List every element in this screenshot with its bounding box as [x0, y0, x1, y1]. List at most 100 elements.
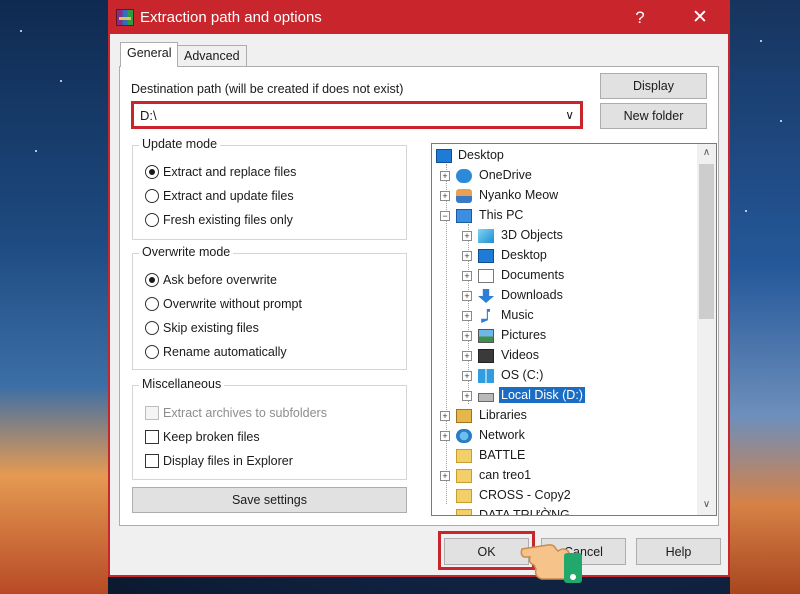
check-display-explorer[interactable]: [145, 454, 159, 468]
tree-item[interactable]: Desktop: [432, 146, 696, 166]
radio-overwrite-without[interactable]: [145, 297, 159, 311]
network-icon: [456, 429, 472, 443]
tab-advanced[interactable]: Advanced: [177, 45, 247, 67]
scroll-thumb[interactable]: [699, 164, 714, 319]
tree-item-label[interactable]: OS (C:): [499, 367, 545, 383]
tree-item-label[interactable]: OneDrive: [477, 167, 534, 183]
tree-item[interactable]: +3D Objects: [432, 226, 696, 246]
expand-icon[interactable]: +: [462, 391, 472, 401]
tree-item-label[interactable]: DATA TRƯỜNG: [477, 507, 572, 515]
radio-label[interactable]: Overwrite without prompt: [163, 297, 302, 311]
chevron-down-icon[interactable]: ∨: [565, 108, 574, 122]
tree-item-label[interactable]: Pictures: [499, 327, 548, 343]
radio-rename-auto[interactable]: [145, 345, 159, 359]
tree-item[interactable]: + Desktop: [432, 246, 696, 266]
tree-item[interactable]: + Downloads: [432, 286, 696, 306]
expand-icon[interactable]: +: [462, 251, 472, 261]
tree-item-label[interactable]: Videos: [499, 347, 541, 363]
tree-item-label[interactable]: Desktop: [499, 247, 549, 263]
tree-item[interactable]: + OneDrive: [432, 166, 696, 186]
radio-label[interactable]: Fresh existing files only: [163, 213, 293, 227]
folder-tree[interactable]: Desktop + OneDrive + Nyanko Meow − This PC +3D …: [431, 143, 717, 516]
help-button[interactable]: Help: [636, 538, 721, 565]
tree-item[interactable]: + Videos: [432, 346, 696, 366]
check-keep-broken[interactable]: [145, 430, 159, 444]
tree-item[interactable]: + Nyanko Meow: [432, 186, 696, 206]
help-title-button[interactable]: ?: [620, 5, 660, 31]
expand-icon[interactable]: +: [440, 191, 450, 201]
tree-item-label[interactable]: Network: [477, 427, 527, 443]
scroll-up-icon[interactable]: ∧: [697, 144, 716, 162]
tree-item-label[interactable]: Libraries: [477, 407, 529, 423]
star: [35, 150, 37, 152]
tree-item[interactable]: DATA TRƯỜNG: [432, 506, 696, 515]
computer-icon: [456, 209, 472, 223]
tree-item-label[interactable]: can treo1: [477, 467, 533, 483]
radio-skip-existing[interactable]: [145, 321, 159, 335]
radio-label[interactable]: Skip existing files: [163, 321, 259, 335]
tree-item-label[interactable]: Desktop: [456, 147, 506, 163]
radio-label[interactable]: Extract and update files: [163, 189, 294, 203]
new-folder-button[interactable]: New folder: [600, 103, 707, 129]
radio-ask-before[interactable]: [145, 273, 159, 287]
tree-item[interactable]: CROSS - Copy2: [432, 486, 696, 506]
tree-item[interactable]: − This PC: [432, 206, 696, 226]
winrar-icon: [116, 9, 134, 26]
radio-label[interactable]: Rename automatically: [163, 345, 287, 359]
radio-extract-replace[interactable]: [145, 165, 159, 179]
document-icon: [478, 269, 494, 283]
expand-icon[interactable]: +: [462, 311, 472, 321]
expand-icon[interactable]: +: [462, 331, 472, 341]
tree-item-label[interactable]: Local Disk (D:): [499, 387, 585, 403]
display-button[interactable]: Display: [600, 73, 707, 99]
radio-label[interactable]: Extract and replace files: [163, 165, 296, 179]
radio-fresh-existing[interactable]: [145, 213, 159, 227]
expand-icon[interactable]: +: [462, 231, 472, 241]
tree-item[interactable]: + Local Disk (D:): [432, 386, 696, 406]
tab-general[interactable]: General: [120, 42, 179, 67]
destination-label: Destination path (will be created if doe…: [131, 82, 404, 96]
tree-item-label[interactable]: Downloads: [499, 287, 565, 303]
tree-item-label[interactable]: Music: [499, 307, 536, 323]
collapse-icon[interactable]: −: [440, 211, 450, 221]
tree-item[interactable]: + Documents: [432, 266, 696, 286]
radio-label[interactable]: Ask before overwrite: [163, 273, 277, 287]
expand-icon[interactable]: +: [440, 411, 450, 421]
cube-icon: [478, 229, 494, 243]
expand-icon[interactable]: +: [462, 351, 472, 361]
expand-icon[interactable]: +: [462, 291, 472, 301]
tree-item-label[interactable]: BATTLE: [477, 447, 527, 463]
tree-item[interactable]: BATTLE: [432, 446, 696, 466]
title-bar[interactable]: Extraction path and options ? ✕: [110, 2, 728, 34]
expand-icon[interactable]: +: [462, 371, 472, 381]
tree-item[interactable]: + OS (C:): [432, 366, 696, 386]
save-settings-button[interactable]: Save settings: [132, 487, 407, 513]
desktop-wallpaper-right: [730, 0, 800, 594]
desktop-icon: [436, 149, 452, 163]
expand-icon[interactable]: +: [440, 431, 450, 441]
scroll-down-icon[interactable]: ∨: [697, 496, 716, 514]
star: [760, 40, 762, 42]
tree-item-label[interactable]: This PC: [477, 207, 525, 223]
tree-item[interactable]: + Pictures: [432, 326, 696, 346]
destination-path-value[interactable]: D:\: [140, 108, 157, 123]
check-label[interactable]: Display files in Explorer: [163, 454, 293, 468]
star: [745, 210, 747, 212]
tree-item-label[interactable]: Nyanko Meow: [477, 187, 560, 203]
cloud-icon: [456, 169, 472, 183]
update-mode-title: Update mode: [139, 137, 221, 151]
tree-item[interactable]: + Libraries: [432, 406, 696, 426]
destination-path-combo[interactable]: D:\ ∨: [131, 101, 583, 129]
tree-item[interactable]: + Network: [432, 426, 696, 446]
tree-item-label[interactable]: 3D Objects: [499, 227, 565, 243]
check-label[interactable]: Keep broken files: [163, 430, 260, 444]
tree-item-label[interactable]: Documents: [499, 267, 566, 283]
tree-item-label[interactable]: CROSS - Copy2: [477, 487, 573, 503]
tree-item[interactable]: + Music: [432, 306, 696, 326]
tree-item[interactable]: + can treo1: [432, 466, 696, 486]
expand-icon[interactable]: +: [462, 271, 472, 281]
radio-extract-update[interactable]: [145, 189, 159, 203]
expand-icon[interactable]: +: [440, 471, 450, 481]
expand-icon[interactable]: +: [440, 171, 450, 181]
close-button[interactable]: ✕: [680, 5, 720, 31]
